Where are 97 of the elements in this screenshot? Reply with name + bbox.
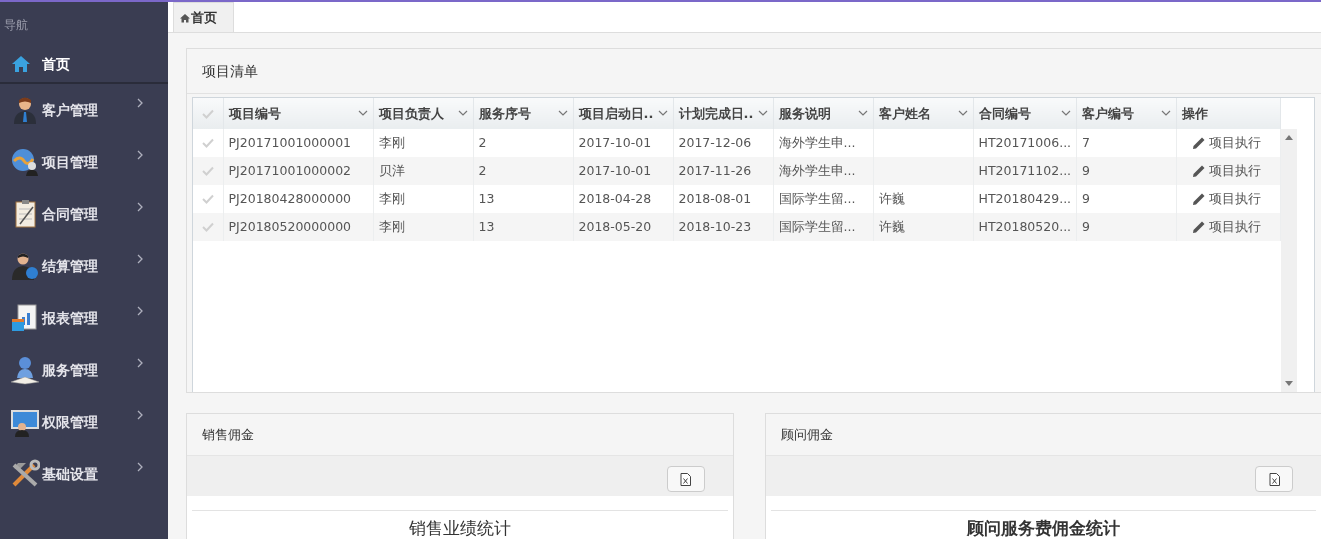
- column-header[interactable]: 项目启动日..: [573, 98, 673, 129]
- sidebar-item[interactable]: 服务管理: [0, 344, 168, 396]
- column-header[interactable]: 服务序号: [473, 98, 573, 129]
- table-cell: 2: [478, 134, 487, 150]
- column-header[interactable]: 合同编号: [973, 98, 1077, 129]
- panel-title: 销售佣金: [187, 414, 733, 456]
- table-cell: 李刚: [378, 218, 405, 234]
- chevron-icon: [136, 254, 144, 264]
- table-cell: 13: [478, 190, 495, 206]
- chevron-icon: [136, 202, 144, 212]
- pencil-icon: [1192, 192, 1207, 206]
- table-cell: 2017-11-26: [678, 162, 752, 178]
- report-icon: [10, 303, 40, 333]
- table-cell: HT20171006...: [978, 134, 1072, 150]
- monitor-icon: [10, 407, 40, 437]
- pencil-icon: [1192, 164, 1207, 178]
- caret-icon: [357, 110, 368, 117]
- scroll-up-icon[interactable]: [1285, 135, 1294, 140]
- excel-file-icon: [1268, 472, 1280, 486]
- chevron-icon: [136, 98, 144, 108]
- chevron-icon: [136, 462, 144, 472]
- column-header[interactable]: 客户编号: [1076, 98, 1177, 129]
- person-icon: [10, 251, 40, 281]
- scroll-down-icon[interactable]: [1285, 381, 1294, 386]
- table-cell: HT20171102...: [978, 162, 1072, 178]
- table-cell: 2018-10-23: [678, 218, 752, 234]
- column-header[interactable]: 服务说明: [773, 98, 873, 129]
- table-cell: 许巍: [878, 218, 905, 234]
- table-cell: PJ20171001000002: [228, 162, 352, 178]
- column-header[interactable]: 计划完成日..: [673, 98, 773, 129]
- table-cell: 2: [478, 162, 487, 178]
- table-cell: PJ20171001000001: [228, 134, 352, 150]
- caret-icon: [657, 110, 668, 117]
- sidebar-item[interactable]: 项目管理: [0, 136, 168, 188]
- caret-icon: [457, 110, 468, 117]
- sidebar-item[interactable]: 结算管理: [0, 240, 168, 292]
- table-cell: 海外学生申...: [778, 134, 856, 150]
- table-cell: 2018-08-01: [678, 190, 752, 206]
- house-icon: [180, 12, 190, 23]
- table-cell: 2017-10-01: [578, 134, 652, 150]
- table-cell: 9: [1082, 190, 1091, 206]
- caret-icon: [957, 110, 968, 117]
- tools-icon: [10, 459, 40, 489]
- table-cell: PJ20180520000000: [228, 218, 352, 234]
- table-cell: 7: [1082, 134, 1091, 150]
- sidebar-item[interactable]: 合同管理: [0, 188, 168, 240]
- chevron-icon: [136, 150, 144, 160]
- table-cell: 9: [1082, 162, 1091, 178]
- pencil-icon: [1192, 220, 1207, 234]
- excel-export-button[interactable]: [666, 466, 705, 492]
- table-cell: 李刚: [378, 134, 405, 150]
- chevron-icon: [136, 358, 144, 368]
- excel-file-icon: [680, 472, 692, 486]
- caret-icon: [757, 110, 768, 117]
- execute-link[interactable]: 项目执行: [1182, 133, 1262, 153]
- table-cell: 9: [1082, 218, 1091, 234]
- column-header[interactable]: 客户姓名: [873, 98, 973, 129]
- table-cell: HT20180520...: [978, 218, 1072, 234]
- sidebar-item[interactable]: 报表管理: [0, 292, 168, 344]
- sidebar-item[interactable]: 基础设置: [0, 448, 168, 500]
- table-cell: 许巍: [878, 190, 905, 206]
- table-cell: 国际学生留...: [778, 218, 856, 234]
- table-cell: PJ20180428000000: [228, 190, 352, 206]
- column-header[interactable]: 项目负责人: [373, 98, 473, 129]
- table-cell: 2018-05-20: [578, 218, 652, 234]
- scrollbar[interactable]: [1281, 129, 1298, 392]
- reader-icon: [10, 355, 40, 385]
- caret-icon: [857, 110, 868, 117]
- sidebar-item[interactable]: 客户管理: [0, 84, 168, 136]
- table-cell: 2017-12-06: [678, 134, 752, 150]
- execute-link[interactable]: 项目执行: [1182, 189, 1262, 209]
- panel-title: 顾问佣金: [765, 414, 1321, 456]
- report-title: 顾问服务费佣金统计: [770, 510, 1316, 539]
- globe-icon: [10, 147, 40, 177]
- table-cell: 海外学生申...: [778, 162, 856, 178]
- table-cell: 13: [478, 218, 495, 234]
- table-cell: 国际学生留...: [778, 190, 856, 206]
- tab[interactable]: 首页: [173, 2, 234, 32]
- panel-title: 项目清单: [187, 49, 1321, 94]
- nav-heading: 导航: [3, 17, 29, 34]
- column-header[interactable]: 项目编号: [223, 98, 373, 129]
- table-cell: 贝洋: [378, 162, 405, 178]
- caret-icon: [557, 110, 568, 117]
- house-icon: [10, 53, 32, 75]
- sidebar-item[interactable]: 权限管理: [0, 396, 168, 448]
- chevron-icon: [136, 306, 144, 316]
- table-cell: 2018-04-28: [578, 190, 652, 206]
- caret-icon: [1161, 110, 1172, 117]
- report-title: 销售业绩统计: [192, 510, 728, 539]
- pencil-icon: [1192, 136, 1207, 150]
- excel-export-button[interactable]: [1255, 466, 1293, 492]
- table-cell: 李刚: [378, 190, 405, 206]
- table-cell: 2017-10-01: [578, 162, 652, 178]
- caret-icon: [1061, 110, 1072, 117]
- chevron-icon: [136, 410, 144, 420]
- table-cell: HT20180429...: [978, 190, 1072, 206]
- column-header[interactable]: 操作: [1176, 98, 1281, 129]
